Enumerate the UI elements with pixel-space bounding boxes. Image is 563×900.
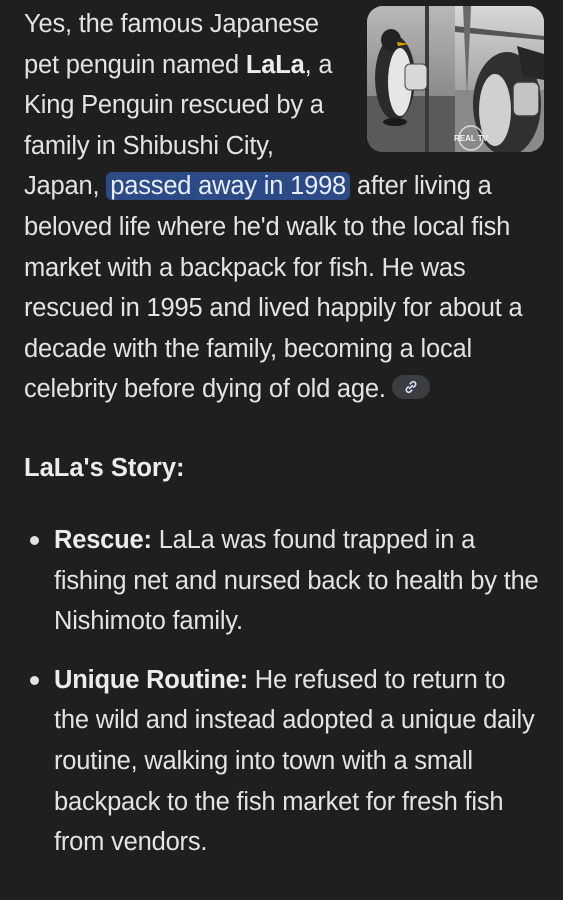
list-item-label: Unique Routine:	[54, 665, 248, 694]
ai-answer-panel: REAL TV Yes, the famous Japanese pet pen…	[0, 0, 563, 900]
bullet-icon	[30, 535, 39, 545]
section-heading: LaLa's Story:	[24, 453, 185, 482]
list-item-text: He refused to return to the wild and ins…	[54, 665, 535, 857]
link-icon	[405, 381, 417, 394]
penguin-thumbnail-image[interactable]: REAL TV	[367, 6, 544, 152]
list-item-rescue: Rescue: LaLa was found trapped in a fish…	[24, 520, 543, 642]
penguin-name: LaLa	[245, 50, 305, 79]
story-list: Rescue: LaLa was found trapped in a fish…	[24, 520, 543, 863]
highlighted-answer[interactable]: passed away in 1998	[106, 172, 351, 201]
svg-text:REAL TV: REAL TV	[454, 134, 489, 143]
source-link-button[interactable]	[391, 375, 430, 400]
bullet-icon	[30, 675, 39, 685]
list-item-unique-routine: Unique Routine: He refused to return to …	[24, 660, 543, 863]
answer-text-3: after living a beloved life where he'd w…	[24, 172, 523, 404]
list-item-label: Rescue:	[54, 525, 152, 554]
